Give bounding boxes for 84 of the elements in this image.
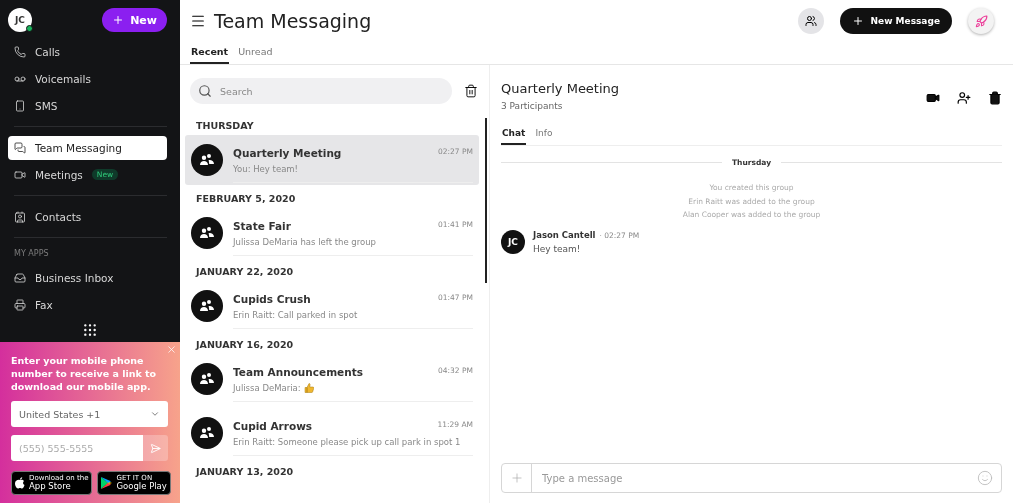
- org-button[interactable]: [797, 8, 824, 34]
- section-heading: MY APPS: [14, 249, 50, 258]
- send-icon: [150, 442, 161, 454]
- smile-icon: [977, 470, 993, 486]
- nav-item[interactable]: Fax: [8, 292, 167, 317]
- dialpad-icon: [82, 322, 98, 338]
- video-icon[interactable]: [926, 91, 940, 105]
- new-button[interactable]: New: [102, 8, 167, 32]
- date-heading: JANUARY 13, 2020: [194, 465, 295, 479]
- nav-item[interactable]: Team Messaging: [8, 135, 167, 160]
- sender-name: Jason Cantell: [533, 229, 596, 240]
- nav-label: SMS: [35, 99, 58, 112]
- page-title: Team Messaging: [214, 10, 373, 32]
- conversation-preview: Erin Raitt: Someone please pick up call park in spot 1: [233, 436, 461, 447]
- chevron-icon: [150, 409, 160, 419]
- nav-label: Calls: [35, 45, 61, 58]
- apple-icon: [15, 477, 25, 489]
- nav-item[interactable]: Calls: [8, 39, 167, 64]
- date-heading: THURSDAY: [195, 119, 255, 133]
- nav-icon: [14, 271, 26, 284]
- nav-label: Business Inbox: [35, 271, 114, 284]
- date-heading: JANUARY 22, 2020: [194, 265, 295, 279]
- plus-icon: [509, 471, 524, 485]
- promo-text: Enter your mobile phone number to receive a link to download our mobile app.: [11, 354, 158, 393]
- menu-icon: [190, 13, 206, 29]
- store-name: Google Play: [116, 482, 167, 491]
- nav-label: Contacts: [35, 210, 82, 223]
- tab[interactable]: Chat: [501, 124, 527, 145]
- conversation-title: State Fair: [233, 219, 291, 232]
- avatar-initials: JC: [15, 15, 25, 25]
- nav-item[interactable]: SMS: [8, 93, 167, 118]
- country-select[interactable]: United States +1: [11, 401, 168, 427]
- rocket-button[interactable]: [968, 8, 994, 34]
- group-icon: [200, 373, 214, 385]
- group-icon: [200, 227, 214, 239]
- phone-field[interactable]: (555) 555-5555: [11, 435, 143, 461]
- conversation-preview: Erin Raitt: Call parked in spot: [233, 309, 358, 320]
- group-icon: [200, 427, 214, 439]
- nav-icon: [14, 298, 26, 311]
- message-composer[interactable]: Type a message: [501, 463, 1002, 493]
- conversation-preview: Julissa DeMaria:: [233, 382, 301, 393]
- people-icon: [804, 15, 817, 27]
- nav-label: Meetings: [35, 168, 83, 181]
- nav-item[interactable]: Voicemails: [8, 66, 167, 91]
- conversation-title: Cupid Arrows: [233, 419, 313, 432]
- thumbs-up-icon: [303, 382, 314, 393]
- tab[interactable]: Unread: [237, 42, 274, 64]
- date-heading: JANUARY 16, 2020: [194, 338, 295, 352]
- nav-item[interactable]: Contacts: [8, 204, 167, 229]
- group-icon: [200, 154, 214, 166]
- store-name: App Store: [29, 482, 72, 491]
- plus-icon: [851, 15, 864, 27]
- date-heading: FEBRUARY 5, 2020: [195, 192, 297, 206]
- group-icon: [200, 300, 214, 312]
- nav-label: Team Messaging: [35, 141, 122, 154]
- participant-count: 3 Participants: [501, 101, 564, 111]
- avatar-initials: JC: [508, 236, 518, 247]
- rocket-icon: [974, 14, 988, 28]
- nav-icon: [14, 210, 26, 223]
- nav-label: Fax: [35, 298, 53, 311]
- nav-item[interactable]: Business Inbox: [8, 265, 167, 290]
- nav-icon: [14, 168, 26, 181]
- nav-icon: [14, 141, 26, 154]
- plus-icon: [112, 14, 125, 26]
- tab[interactable]: Info: [534, 124, 554, 145]
- nav-label: Voicemails: [35, 72, 91, 85]
- nav-icon: [14, 45, 26, 58]
- search-icon: [198, 84, 212, 98]
- tab[interactable]: Recent: [190, 42, 230, 64]
- conversation-preview: Julissa DeMaria has left the group: [233, 236, 376, 247]
- chat-title: Quarterly Meeting: [501, 81, 620, 96]
- new-message-button[interactable]: New Message: [839, 8, 952, 34]
- play-icon: [101, 477, 113, 489]
- add-person-icon[interactable]: [957, 91, 971, 105]
- conversation-title: Team Announcements: [233, 365, 363, 378]
- trash-icon: [464, 84, 478, 98]
- nav-icon: [14, 99, 26, 112]
- conversation-title: Cupids Crush: [233, 292, 311, 305]
- user-avatar[interactable]: JC: [8, 8, 32, 32]
- trash-icon[interactable]: [988, 91, 1002, 105]
- conversation-title: Quarterly Meeting: [233, 146, 342, 159]
- close-icon: [166, 344, 177, 355]
- conversation-preview: You: Hey team!: [233, 163, 299, 174]
- message-text: Hey team!: [533, 243, 582, 254]
